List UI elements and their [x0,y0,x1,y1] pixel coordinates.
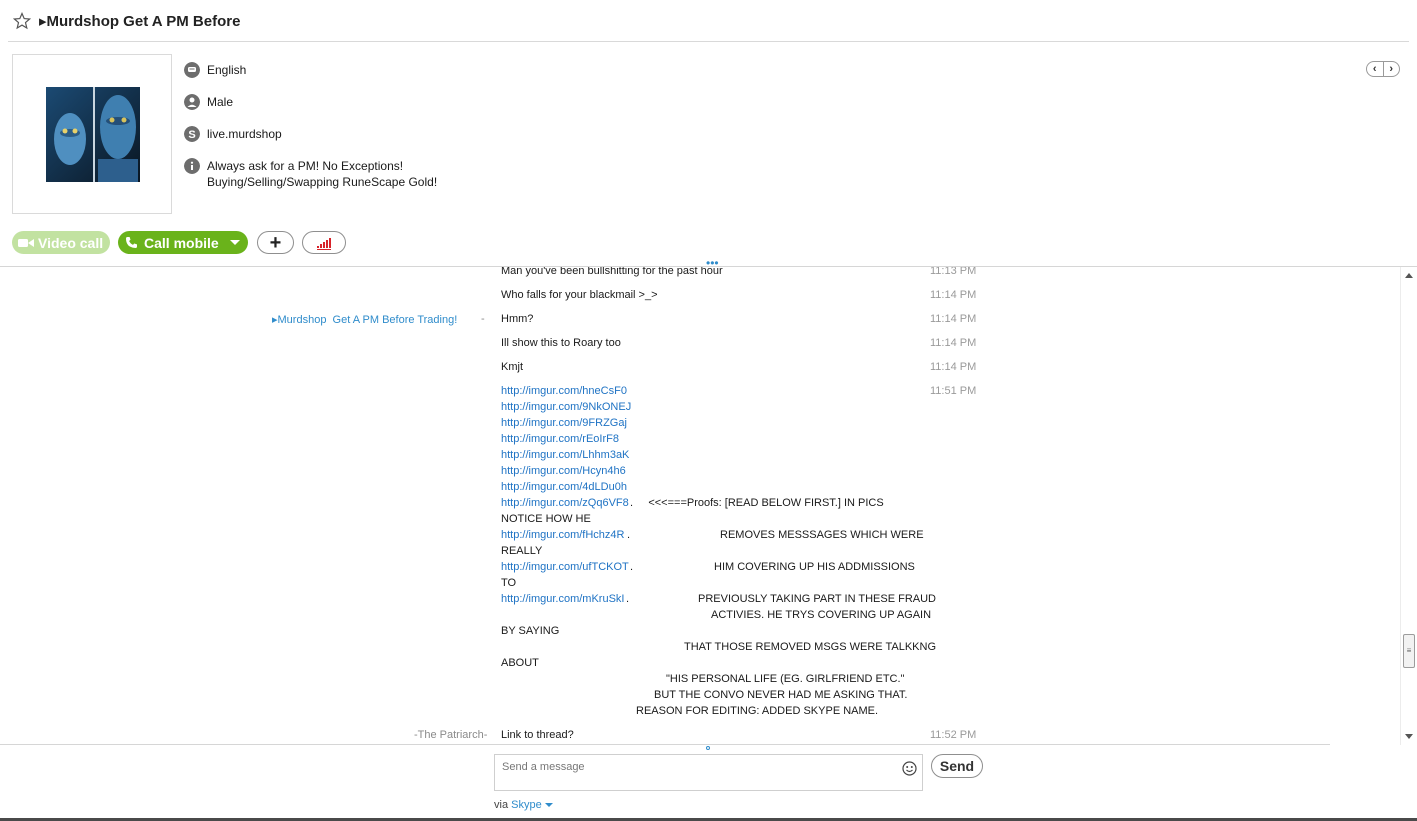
message-link[interactable]: http://imgur.com/fHchz4R [501,529,625,541]
message-text: HIM COVERING UP HIS ADDMISSIONS [714,561,915,573]
language-value: English [207,63,247,77]
message-link[interactable]: http://imgur.com/9NkONEJ [501,401,631,413]
message-sender[interactable]: -The Patriarch- [414,729,487,741]
signal-bars-icon [317,238,331,250]
message-text: REMOVES MESSSAGES WHICH WERE [720,529,924,541]
message-text: Man you've been bullshitting for the pas… [501,267,723,277]
chat-scrollbar[interactable]: ≡ [1400,267,1417,745]
message-text: BUT THE CONVO NEVER HAD ME ASKING THAT. [654,689,908,701]
message-link[interactable]: http://imgur.com/mKruSkI [501,593,624,605]
emoticon-icon[interactable] [902,761,917,776]
profile-nav: ‹ › [1366,61,1400,77]
message-text: . <<<===Proofs: [READ BELOW FIRST.] IN P… [630,497,884,509]
message-text: NOTICE HOW HE [501,513,591,525]
message-text: Who falls for your blackmail >_> [501,289,658,301]
typing-indicator [706,746,710,750]
message-link[interactable]: http://imgur.com/9FRZGaj [501,417,627,429]
video-camera-icon [18,238,34,247]
message-text: PREVIOUSLY TAKING PART IN THESE FRAUD [698,593,936,605]
mood-line-1: Always ask for a PM! No Exceptions! [207,159,404,173]
message-text: REALLY [501,545,543,557]
message-time: 11:14 PM [930,361,977,373]
call-mobile-button[interactable]: Call mobile [118,231,248,254]
phone-icon [126,237,137,248]
chat-history: Man you've been bullshitting for the pas… [272,267,977,741]
message-text: ACTIVIES. HE TRYS COVERING UP AGAIN [711,609,932,621]
message-composer[interactable] [494,754,923,791]
avatar-frame[interactable] [12,54,172,214]
call-mobile-label: Call mobile [144,234,219,251]
message-input[interactable] [495,755,895,779]
mood-line-2: Buying/Selling/Swapping RuneScape Gold! [207,175,438,189]
gender-row: Male [184,94,233,110]
message-link[interactable]: http://imgur.com/4dLDu0h [501,481,627,493]
sender-separator: - [481,313,485,325]
message-text: REASON FOR EDITING: ADDED SKYPE NAME. [636,705,879,717]
message-text: "HIS PERSONAL LIFE (EG. GIRLFRIEND ETC." [666,673,905,685]
scroll-thumb[interactable]: ≡ [1403,634,1415,668]
message-link[interactable]: http://imgur.com/rEoIrF8 [501,433,619,445]
chevron-down-icon[interactable] [230,240,240,245]
message-time: 11:13 PM [930,267,977,277]
skype-icon: S [184,126,200,142]
message-text: BY SAYING [501,625,560,637]
person-icon [184,94,200,110]
via-label: via [494,799,509,811]
message-link[interactable]: http://imgur.com/zQq6VF8 [501,497,629,509]
message-time: 11:51 PM [930,385,977,397]
message-text: Ill show this to Roary too [501,337,621,349]
message-text: TO [501,577,517,589]
mood-row: Always ask for a PM! No Exceptions! Buyi… [184,158,437,190]
message-text: ABOUT [501,657,539,669]
language-row: English [184,62,246,78]
message-sender[interactable]: ▸Murdshop Get A PM Before Trading! [272,313,457,326]
next-button[interactable]: › [1384,62,1400,76]
svg-text:S: S [188,129,195,141]
conversation-header: ▸Murdshop Get A PM Before [0,0,1417,42]
favorite-star-icon[interactable] [13,12,31,30]
skype-name-value: live.murdshop [207,127,282,141]
add-participant-button[interactable]: + [257,231,294,254]
scroll-up-icon[interactable] [1405,273,1413,278]
header-divider [8,41,1409,42]
message-text: Hmm? [501,313,534,325]
message-text: THAT THOSE REMOVED MSGS WERE TALKKNG [684,641,937,653]
call-quality-button[interactable] [302,231,346,254]
skype-name-row: S live.murdshop [184,126,282,142]
avatar [46,87,140,182]
via-service[interactable]: Skype [511,799,542,811]
message-link[interactable]: http://imgur.com/Hcyn4h6 [501,465,626,477]
contact-title: ▸Murdshop Get A PM Before [39,13,241,30]
mood-message: Always ask for a PM! No Exceptions! Buyi… [207,158,437,190]
message-link[interactable]: http://imgur.com/Lhhm3aK [501,449,629,461]
message-time: 11:14 PM [930,289,977,301]
video-call-button[interactable]: Video call [12,231,110,254]
message-link[interactable]: http://imgur.com/ufTCKOT [501,561,629,573]
video-call-label: Video call [38,234,104,251]
previous-button[interactable]: ‹ [1367,62,1384,76]
chevron-down-icon[interactable] [544,803,553,808]
message-text: Link to thread? [501,729,574,741]
skype-conversation-window: ▸Murdshop Get A PM Before English Male S… [0,0,1417,821]
send-button[interactable]: Send [931,754,983,778]
send-via-selector[interactable]: via Skype [494,799,553,811]
info-icon [184,158,200,174]
message-time: 11:14 PM [930,313,977,325]
scroll-down-icon[interactable] [1405,734,1413,739]
speech-bubble-icon [184,62,200,78]
gender-value: Male [207,95,234,109]
message-time: 11:14 PM [930,337,977,349]
message-link[interactable]: http://imgur.com/hneCsF0 [501,385,627,397]
composer-divider [0,744,1330,745]
message-text: Kmjt [501,361,523,373]
message-time: 11:52 PM [930,729,977,741]
